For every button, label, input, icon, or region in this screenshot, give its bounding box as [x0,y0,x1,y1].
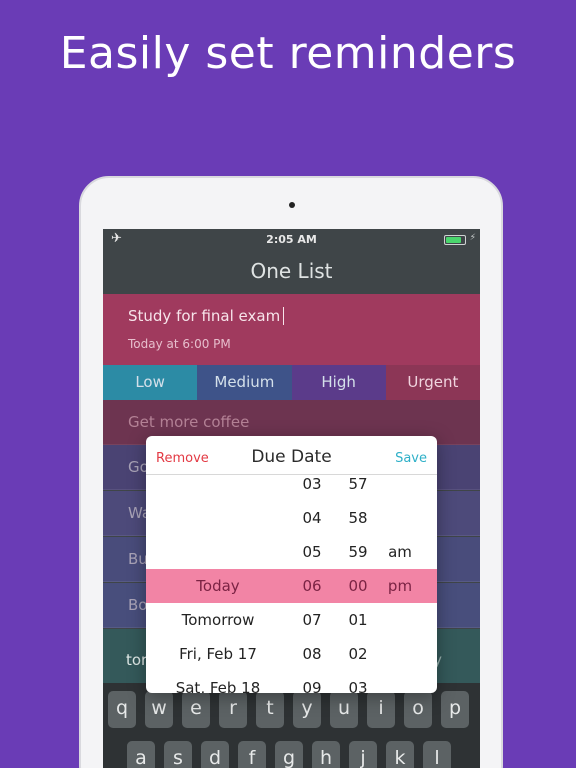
picker-minute: 59 [348,543,368,561]
picker-row[interactable]: 03 57 [146,467,437,501]
picker-minute: 02 [348,645,368,663]
keyboard-row-1: qwertyuiop [108,691,475,728]
picker-row[interactable]: Fri, Feb 17 08 02 [146,637,437,671]
task-text-input[interactable]: Study for final exam [128,307,285,325]
key-k[interactable]: k [386,741,414,768]
key-i[interactable]: i [367,691,395,728]
key-d[interactable]: d [201,741,229,768]
picker-hour: 04 [302,509,322,527]
date-time-picker[interactable]: 03 57 04 58 05 59 am Today 06 00 pm Tomorrow 07 01 Fri… [146,475,437,693]
key-t[interactable]: t [256,691,284,728]
picker-day: Today [196,577,240,595]
picker-hour: 09 [302,679,322,693]
key-j[interactable]: j [349,741,377,768]
picker-hour: 03 [302,475,322,493]
picker-row[interactable]: Sat, Feb 18 09 03 [146,671,437,693]
list-item-label: Get more coffee [128,413,250,431]
key-g[interactable]: g [275,741,303,768]
key-e[interactable]: e [182,691,210,728]
key-p[interactable]: p [441,691,469,728]
picker-row[interactable]: 05 59 am [146,535,437,569]
list-title: One List [250,259,333,283]
key-h[interactable]: h [312,741,340,768]
key-u[interactable]: u [330,691,358,728]
priority-low-button[interactable]: Low [103,365,198,400]
picker-minute: 01 [348,611,368,629]
camera-dot [289,202,295,208]
battery-icon [444,235,466,245]
picker-row[interactable]: 04 58 [146,501,437,535]
key-y[interactable]: y [293,691,321,728]
picker-hour: 05 [302,543,322,561]
picker-row[interactable]: Tomorrow 07 01 [146,603,437,637]
picker-day: Sat, Feb 18 [175,679,261,693]
task-due-label: Today at 6:00 PM [128,337,231,351]
picker-minute: 57 [348,475,368,493]
picker-minute: 00 [348,577,368,595]
status-time: 2:05 AM [266,233,317,246]
priority-medium-button[interactable]: Medium [197,365,292,400]
picker-minute: 58 [348,509,368,527]
status-bar: ✈ 2:05 AM ⚡ [103,229,480,251]
priority-selector: Low Medium High Urgent [103,365,480,400]
picker-hour: 08 [302,645,322,663]
marketing-headline: Easily set reminders [59,28,517,79]
picker-ampm: pm [387,577,413,595]
priority-high-button[interactable]: High [291,365,386,400]
save-button[interactable]: Save [395,451,427,466]
key-f[interactable]: f [238,741,266,768]
picker-hour: 07 [302,611,322,629]
key-r[interactable]: r [219,691,247,728]
key-a[interactable]: a [127,741,155,768]
dialog-title: Due Date [251,447,332,467]
list-item-label: Bu [128,550,148,568]
keyboard: qwertyuiop asdfghjkl [103,683,480,768]
due-date-dialog: Remove Due Date Save 03 57 04 58 05 59 am Today… [146,436,437,693]
key-q[interactable]: q [108,691,136,728]
priority-urgent-button[interactable]: Urgent [385,365,480,400]
list-item-label: Bo [128,596,148,614]
key-w[interactable]: w [145,691,173,728]
picker-minute: 03 [348,679,368,693]
task-editor[interactable]: Study for final exam Today at 6:00 PM [103,294,480,365]
key-o[interactable]: o [404,691,432,728]
picker-ampm: am [388,543,412,561]
charging-icon: ⚡ [469,233,476,243]
picker-hour: 06 [302,577,322,595]
key-s[interactable]: s [164,741,192,768]
picker-row[interactable]: Today 06 00 pm [146,569,437,603]
picker-day: Tomorrow [181,611,255,629]
quick-input-text: tor [126,651,148,669]
keyboard-row-2: asdfghjkl [127,741,475,768]
key-l[interactable]: l [423,741,451,768]
picker-day: Fri, Feb 17 [179,645,257,663]
